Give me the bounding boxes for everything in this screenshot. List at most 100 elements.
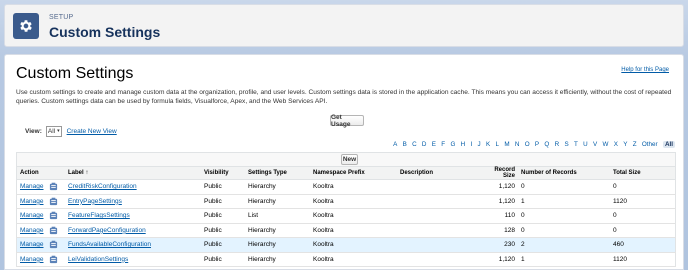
delete-icon[interactable] [49, 226, 58, 235]
setting-label-link[interactable]: CreditRiskConfiguration [68, 183, 137, 190]
cell-description [397, 179, 479, 195]
cell-record-size: 1,120 [479, 252, 518, 267]
delete-icon[interactable] [49, 197, 58, 206]
alpha-filter-v[interactable]: V [593, 141, 597, 148]
alpha-filter-o[interactable]: O [525, 141, 530, 148]
cell-record-size: 230 [479, 237, 518, 253]
cell-action: Manage [16, 223, 65, 238]
alpha-filter-g[interactable]: G [450, 141, 455, 148]
cell-namespace-prefix: Kooltra [310, 179, 397, 195]
delete-icon[interactable] [49, 240, 58, 249]
alpha-filter-b[interactable]: B [403, 141, 407, 148]
alpha-filter-other[interactable]: Other [642, 141, 658, 148]
table-header-row: Action Label ↑ Visibility Settings Type … [16, 166, 676, 180]
alpha-filter-e[interactable]: E [432, 141, 436, 148]
alpha-filter-a[interactable]: A [393, 141, 397, 148]
cell-visibility: Public [201, 252, 245, 267]
manage-link[interactable]: Manage [20, 183, 44, 190]
alpha-filter-q[interactable]: Q [544, 141, 549, 148]
manage-link[interactable]: Manage [20, 198, 44, 205]
cell-record-size: 1,120 [479, 194, 518, 209]
view-select[interactable]: All ▾ [45, 126, 62, 137]
alpha-filter-h[interactable]: H [461, 141, 466, 148]
delete-icon[interactable] [49, 255, 58, 264]
cell-description [397, 252, 479, 267]
get-usage-button[interactable]: Get Usage [330, 114, 364, 128]
table-row: Manage EntryPageSettings Public Hierarchy Ko… [16, 194, 676, 209]
manage-link[interactable]: Manage [20, 212, 44, 219]
alphabet-filter: A B C D E F G H I J K L M N O P Q R S T U V W X Y Z Other All [388, 141, 675, 148]
help-link[interactable]: Help for this Page [621, 67, 669, 73]
list-button-bar: New [16, 152, 676, 166]
cell-label: FundsAvailableConfiguration [65, 237, 201, 253]
col-label[interactable]: Label ↑ [65, 166, 201, 180]
cell-number-of-records: 0 [518, 179, 610, 195]
col-number-of-records[interactable]: Number of Records [518, 166, 610, 180]
cell-total-size: 1120 [610, 252, 676, 267]
alpha-filter-j[interactable]: J [478, 141, 481, 148]
alpha-filter-f[interactable]: F [441, 141, 445, 148]
chevron-down-icon: ▾ [57, 128, 60, 134]
cell-namespace-prefix: Kooltra [310, 194, 397, 209]
alpha-filter-u[interactable]: U [583, 141, 588, 148]
alpha-filter-n[interactable]: N [515, 141, 520, 148]
cell-visibility: Public [201, 194, 245, 209]
manage-link[interactable]: Manage [20, 227, 44, 234]
view-label: View: [25, 128, 42, 135]
col-record-size[interactable]: Record Size [479, 166, 518, 180]
header-section-label: SETUP [49, 14, 74, 21]
alpha-filter-s[interactable]: S [564, 141, 568, 148]
alpha-filter-all[interactable]: All [662, 141, 675, 148]
manage-link[interactable]: Manage [20, 256, 44, 263]
col-description[interactable]: Description [397, 166, 479, 180]
alpha-filter-z[interactable]: Z [633, 141, 637, 148]
col-action: Action [16, 166, 65, 180]
alpha-filter-w[interactable]: W [603, 141, 609, 148]
cell-namespace-prefix: Kooltra [310, 252, 397, 267]
table-row: Manage FeatureFlagsSettings Public List Kool… [16, 208, 676, 224]
cell-label: ForwardPageConfiguration [65, 223, 201, 238]
cell-label: EntryPageSettings [65, 194, 201, 209]
page-title: Custom Settings [16, 65, 134, 82]
cell-total-size: 1120 [610, 194, 676, 209]
table-row: Manage LeiValidationSettings Public Hierarc… [16, 252, 676, 267]
col-namespace-prefix[interactable]: Namespace Prefix [310, 166, 397, 180]
cell-record-size: 1,120 [479, 179, 518, 195]
setting-label-link[interactable]: LeiValidationSettings [68, 256, 128, 263]
alpha-filter-m[interactable]: M [504, 141, 509, 148]
col-visibility[interactable]: Visibility [201, 166, 245, 180]
alpha-filter-l[interactable]: L [496, 141, 500, 148]
alpha-filter-r[interactable]: R [555, 141, 560, 148]
alpha-filter-t[interactable]: T [574, 141, 578, 148]
alpha-filter-x[interactable]: X [614, 141, 618, 148]
cell-settings-type: Hierarchy [245, 179, 310, 195]
manage-link[interactable]: Manage [20, 241, 44, 248]
delete-icon[interactable] [49, 211, 58, 220]
custom-settings-table: Action Label ↑ Visibility Settings Type … [16, 166, 676, 267]
col-total-size[interactable]: Total Size [610, 166, 676, 180]
setup-header: SETUP Custom Settings [4, 4, 684, 47]
cell-settings-type: Hierarchy [245, 237, 310, 253]
alpha-filter-c[interactable]: C [412, 141, 417, 148]
col-settings-type[interactable]: Settings Type [245, 166, 310, 180]
setting-label-link[interactable]: ForwardPageConfiguration [68, 227, 146, 234]
delete-icon[interactable] [49, 182, 58, 191]
cell-namespace-prefix: Kooltra [310, 237, 397, 253]
header-title: Custom Settings [49, 24, 161, 40]
alpha-filter-y[interactable]: Y [623, 141, 627, 148]
create-new-view-link[interactable]: Create New View [67, 128, 117, 135]
view-select-value: All [47, 128, 56, 135]
cell-number-of-records: 1 [518, 194, 610, 209]
alpha-filter-k[interactable]: K [486, 141, 490, 148]
new-button[interactable]: New [341, 154, 358, 165]
alpha-filter-d[interactable]: D [422, 141, 427, 148]
setting-label-link[interactable]: FeatureFlagsSettings [68, 212, 130, 219]
alpha-filter-p[interactable]: P [535, 141, 539, 148]
cell-number-of-records: 1 [518, 252, 610, 267]
cell-total-size: 0 [610, 179, 676, 195]
main-content-card: Custom Settings Help for this Page Use c… [4, 54, 684, 270]
setting-label-link[interactable]: FundsAvailableConfiguration [68, 241, 151, 248]
alpha-filter-i[interactable]: I [471, 141, 473, 148]
setting-label-link[interactable]: EntryPageSettings [68, 198, 122, 205]
view-filter: View: All ▾ Create New View [25, 126, 117, 137]
